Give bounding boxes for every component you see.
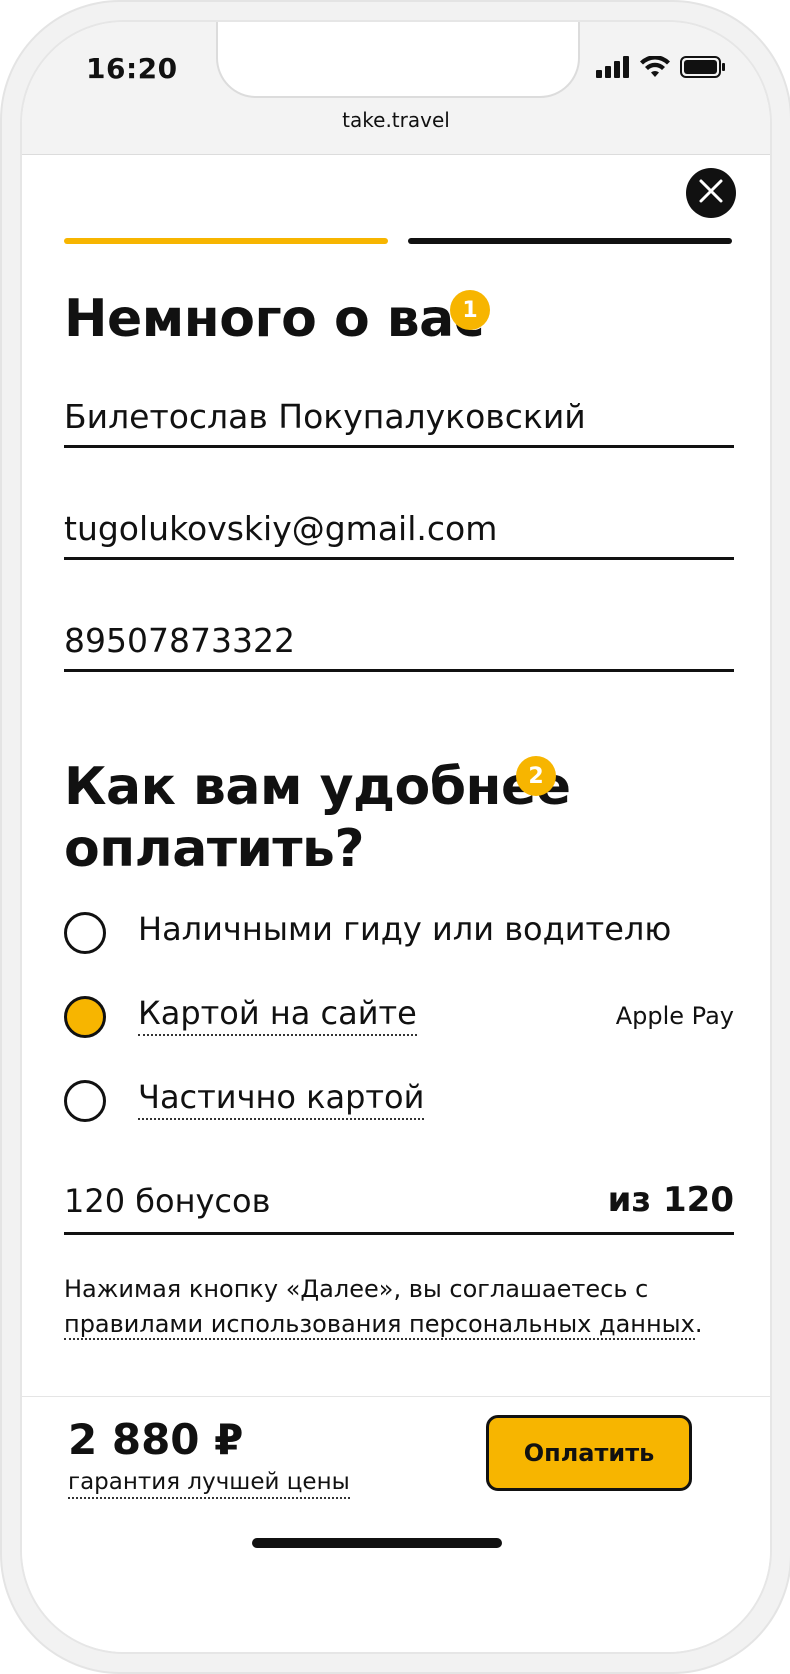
radio-card[interactable]: [64, 996, 106, 1038]
pay-button[interactable]: Оплатить: [486, 1415, 692, 1491]
terms-suffix: .: [694, 1310, 703, 1338]
radio-partial[interactable]: [64, 1080, 106, 1122]
payment-option-card[interactable]: Картой на сайте Apple Pay: [64, 992, 734, 1048]
screen: 16:20 take.travel Немного о вас 1 Билето…: [20, 20, 772, 1654]
status-icons: [596, 55, 726, 82]
progress-step-1: [64, 238, 388, 244]
close-icon: [698, 178, 724, 208]
battery-icon: [680, 56, 726, 82]
email-field[interactable]: [64, 500, 734, 560]
apple-pay-label: Apple Pay: [615, 1002, 734, 1030]
home-indicator[interactable]: [252, 1538, 502, 1548]
wifi-icon: [640, 55, 670, 82]
terms-text: Нажимая кнопку «Далее», вы соглашаетесь …: [64, 1272, 704, 1342]
bonus-max: из 120: [607, 1180, 734, 1220]
phone-frame: 16:20 take.travel Немного о вас 1 Билето…: [0, 0, 790, 1674]
option-label-partial[interactable]: Частично картой: [138, 1078, 425, 1120]
total-price: 2 880 ₽: [68, 1415, 244, 1464]
close-button[interactable]: [686, 168, 736, 218]
option-label-cash: Наличными гиду или водителю: [138, 910, 672, 948]
bonus-field[interactable]: 120 бонусов из 120: [64, 1170, 734, 1235]
notch: [216, 22, 580, 98]
bonus-value: 120 бонусов: [64, 1182, 271, 1220]
signal-bars-icon: [596, 56, 630, 82]
bottom-bar: 2 880 ₽ гарантия лучшей цены Оплатить: [22, 1396, 770, 1652]
payment-title-line-1: Как вам удобнее: [64, 757, 571, 817]
about-title: Немного о вас: [64, 289, 485, 349]
option-label-card[interactable]: Картой на сайте: [138, 994, 417, 1036]
best-price-guarantee-link[interactable]: гарантия лучшей цены: [68, 1469, 350, 1499]
payment-option-partial[interactable]: Частично картой: [64, 1076, 734, 1132]
payment-title-line-2: оплатить?: [64, 819, 365, 880]
status-time: 16:20: [86, 52, 178, 85]
name-field[interactable]: [64, 388, 734, 448]
payment-option-cash[interactable]: Наличными гиду или водителю: [64, 908, 734, 964]
terms-link[interactable]: правилами использования персональных дан…: [64, 1310, 695, 1340]
radio-cash[interactable]: [64, 912, 106, 954]
status-bar: 16:20 take.travel: [22, 22, 770, 155]
url-domain[interactable]: take.travel: [22, 108, 770, 132]
phone-field[interactable]: [64, 612, 734, 672]
progress-step-2: [408, 238, 732, 244]
step-badge-1: 1: [450, 290, 490, 330]
terms-prefix: Нажимая кнопку «Далее», вы соглашаетесь …: [64, 1275, 649, 1303]
step-badge-2: 2: [516, 756, 556, 796]
payment-title: Как вам удобнее оплатить?: [64, 756, 571, 881]
